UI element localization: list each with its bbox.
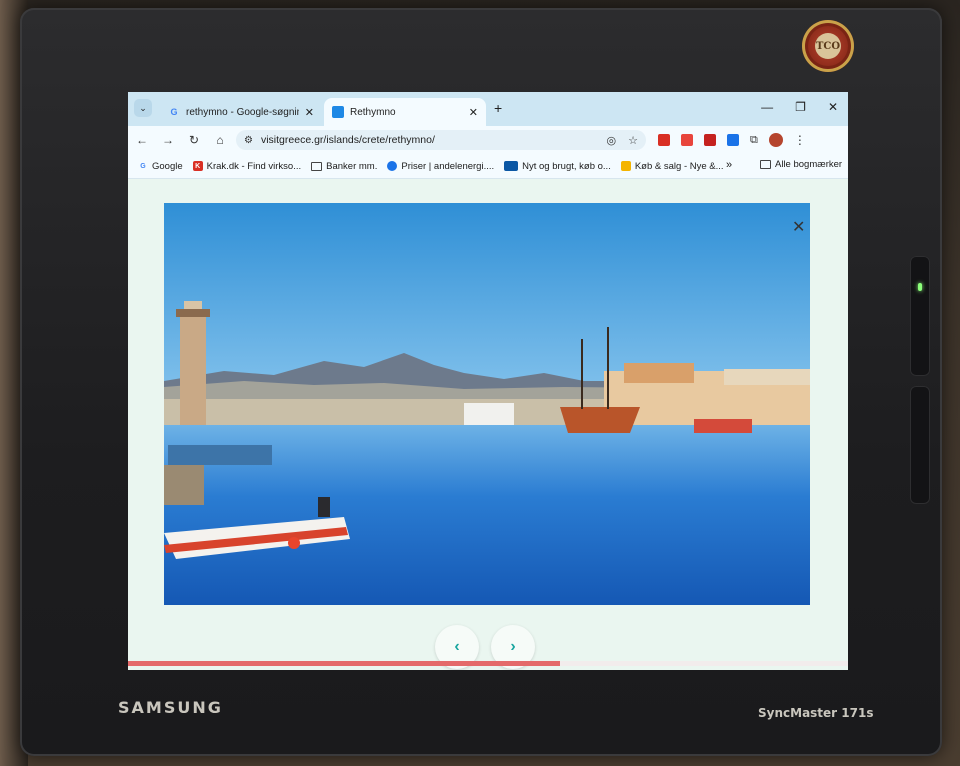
bookmark-gg[interactable]: Køb & salg - Nye &... — [620, 160, 724, 172]
bookmark-andel[interactable]: Priser | andelenergi.... — [387, 161, 494, 172]
slideshow-progress-fill — [128, 661, 560, 666]
tab-rethymno[interactable]: Rethymno ✕ — [324, 98, 486, 126]
power-led — [918, 283, 922, 291]
bookmark-label: Priser | andelenergi.... — [401, 160, 495, 172]
bookmark-label: Krak.dk - Find virkso... — [206, 160, 302, 172]
home-icon[interactable]: ⌂ — [208, 133, 232, 147]
bookmark-google[interactable]: G Google — [138, 160, 183, 172]
minimize-icon[interactable]: — — [761, 100, 773, 114]
forward-icon[interactable]: → — [156, 133, 180, 147]
bookmark-krak[interactable]: K Krak.dk - Find virkso... — [192, 160, 302, 172]
chevron-down-icon: ⌄ — [139, 102, 147, 113]
bookmarks-overflow-button[interactable]: » — [726, 159, 732, 171]
page-content: ✕ ‹ › — [128, 179, 848, 670]
eye-off-icon[interactable]: ◎ — [607, 134, 617, 147]
bookmark-label: Nyt og brugt, køb o... — [522, 160, 611, 172]
extensions-row: ⧉ ⋮ — [658, 133, 806, 147]
folder-icon — [311, 161, 323, 171]
reload-icon[interactable]: ↻ — [182, 133, 206, 147]
avatar[interactable] — [768, 133, 783, 147]
tab-title: rethymno - Google-søgning — [186, 106, 299, 118]
monitor-brand: SAMSUNG — [118, 698, 223, 717]
close-gallery-icon[interactable]: ✕ — [792, 217, 805, 237]
bookmark-dba[interactable]: Nyt og brugt, køb o... — [504, 161, 611, 172]
tab-strip: ⌄ G rethymno - Google-søgning ✕ Rethymno… — [128, 92, 848, 126]
bookmark-label: Banker mm. — [326, 160, 378, 172]
all-bookmarks-label: Alle bogmærker — [775, 159, 843, 170]
gg-icon — [620, 161, 631, 171]
star-icon[interactable]: ☆ — [628, 134, 638, 147]
screen: ⌄ G rethymno - Google-søgning ✕ Rethymno… — [128, 92, 848, 670]
extension-cloud-icon[interactable] — [727, 134, 739, 146]
bookmark-label: Google — [152, 160, 183, 172]
dba-icon — [504, 161, 519, 171]
harbor-photo — [164, 203, 810, 605]
krak-icon: K — [192, 161, 203, 171]
chevron-right-icon: › — [510, 638, 516, 655]
bookmark-banker[interactable]: Banker mm. — [311, 161, 377, 172]
monitor-side-controls-upper[interactable] — [910, 256, 930, 376]
close-icon[interactable]: ✕ — [469, 106, 478, 119]
site-icon — [332, 106, 344, 118]
extension-shield-icon[interactable] — [704, 134, 716, 146]
slideshow-progress-bar — [128, 661, 848, 666]
window-controls: — ❐ ✕ — [761, 100, 838, 114]
folder-icon — [760, 160, 771, 169]
google-icon: G — [140, 162, 146, 170]
chevron-left-icon: ‹ — [454, 638, 460, 655]
tab-google-search[interactable]: G rethymno - Google-søgning ✕ — [160, 98, 322, 126]
close-icon[interactable]: ✕ — [305, 106, 314, 119]
new-tab-button[interactable]: + — [494, 100, 502, 116]
browser-toolbar: ← → ↻ ⌂ ⚙ visitgreece.gr/islands/crete/r… — [128, 126, 848, 154]
andel-icon — [387, 161, 398, 171]
tab-search-button[interactable]: ⌄ — [134, 99, 152, 117]
window-close-icon[interactable]: ✕ — [828, 100, 838, 114]
sticker-badge: TCO — [802, 20, 854, 72]
gallery-image — [164, 203, 810, 605]
monitor-model: SyncMaster 171s — [758, 706, 874, 720]
bookmark-label: Køb & salg - Nye &... — [634, 160, 724, 172]
extension-pocket-icon[interactable] — [681, 134, 693, 146]
more-menu-icon[interactable]: ⋮ — [794, 133, 806, 147]
site-info-icon[interactable]: ⚙ — [244, 135, 253, 146]
extension-pdf-icon[interactable] — [658, 134, 670, 146]
all-bookmarks-button[interactable]: Alle bogmærker — [760, 159, 842, 170]
tab-title: Rethymno — [350, 106, 396, 118]
bookmarks-bar: G Google K Krak.dk - Find virkso... Bank… — [128, 154, 848, 179]
google-icon: G — [170, 107, 178, 117]
monitor-side-controls-lower[interactable] — [910, 386, 930, 504]
address-bar[interactable]: ⚙ visitgreece.gr/islands/crete/rethymno/… — [236, 130, 646, 150]
url-text: visitgreece.gr/islands/crete/rethymno/ — [260, 134, 435, 146]
restore-icon[interactable]: ❐ — [795, 100, 806, 114]
back-icon[interactable]: ← — [130, 133, 154, 147]
puzzle-icon[interactable]: ⧉ — [750, 134, 758, 147]
